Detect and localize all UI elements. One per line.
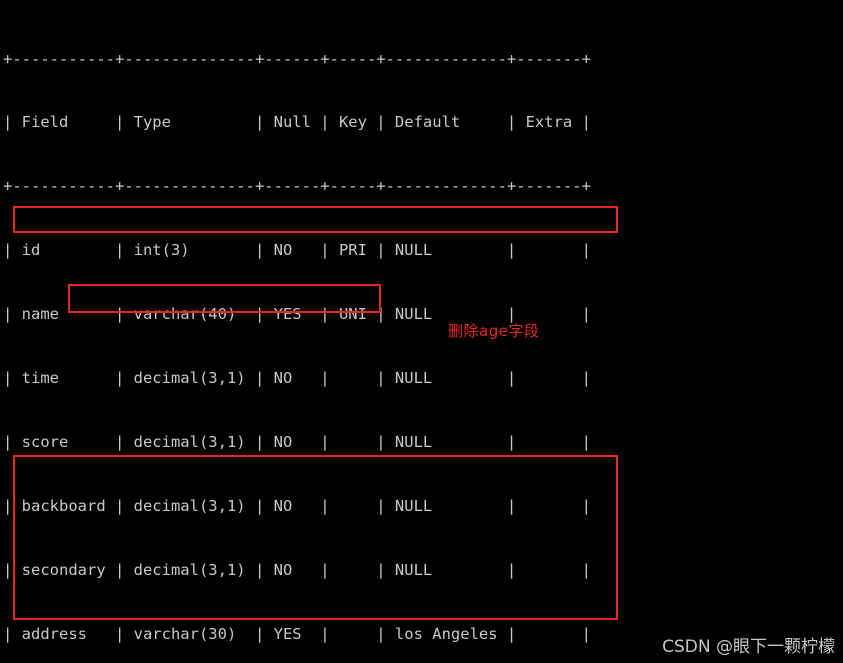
terminal-line: +-----------+--------------+------+-----…	[3, 49, 591, 68]
watermark-text: CSDN @眼下一颗柠檬	[662, 637, 835, 657]
annotation-delete-field: 删除age字段	[448, 322, 540, 340]
terminal-line: | address | varchar(30) | YES | | los An…	[3, 624, 591, 643]
terminal-line: | score | decimal(3,1) | NO | | NULL | |	[3, 432, 591, 451]
terminal-screen: +-----------+--------------+------+-----…	[0, 0, 843, 663]
terminal-line: | secondary | decimal(3,1) | NO | | NULL…	[3, 560, 591, 579]
terminal-line: +-----------+--------------+------+-----…	[3, 177, 591, 196]
terminal-line: | time | decimal(3,1) | NO | | NULL | |	[3, 369, 591, 388]
terminal-line: | Field | Type | Null | Key | Default | …	[3, 113, 591, 132]
terminal-line: | backboard | decimal(3,1) | NO | | NULL…	[3, 496, 591, 515]
terminal-line: | id | int(3) | NO | PRI | NULL | |	[3, 241, 591, 260]
